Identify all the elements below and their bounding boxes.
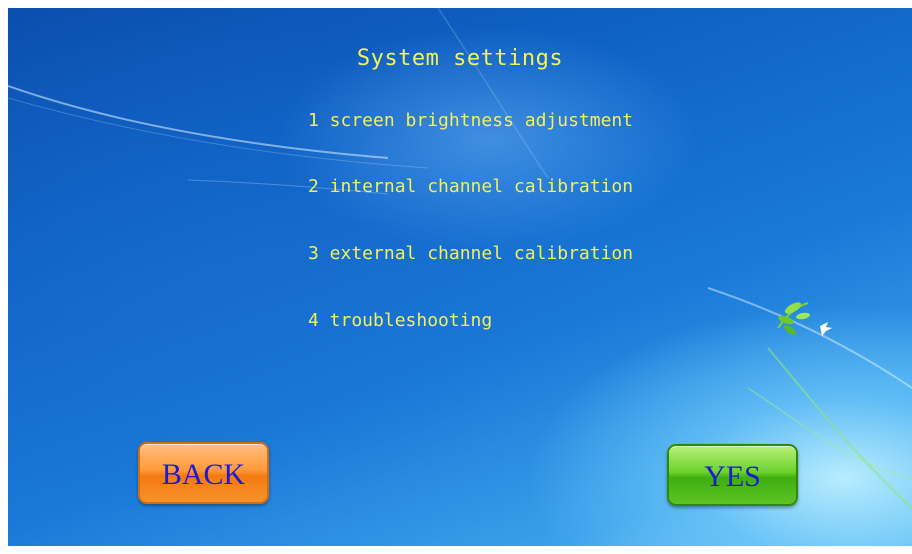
menu-item-brightness[interactable]: 1 screen brightness adjustment — [308, 110, 633, 131]
settings-screen: System settings 1 screen brightness adju… — [8, 8, 912, 546]
yes-button[interactable]: YES — [667, 444, 798, 506]
bird-icon — [820, 322, 832, 336]
display-frame: System settings 1 screen brightness adju… — [0, 0, 912, 554]
menu-item-external-calibration[interactable]: 3 external channel calibration — [308, 243, 633, 264]
menu-item-internal-calibration[interactable]: 2 internal channel calibration — [308, 176, 633, 197]
leaf-sprig-icon — [777, 302, 810, 335]
back-button[interactable]: BACK — [138, 442, 269, 504]
page-title: System settings — [356, 46, 564, 71]
menu-item-troubleshooting[interactable]: 4 troubleshooting — [308, 310, 492, 331]
